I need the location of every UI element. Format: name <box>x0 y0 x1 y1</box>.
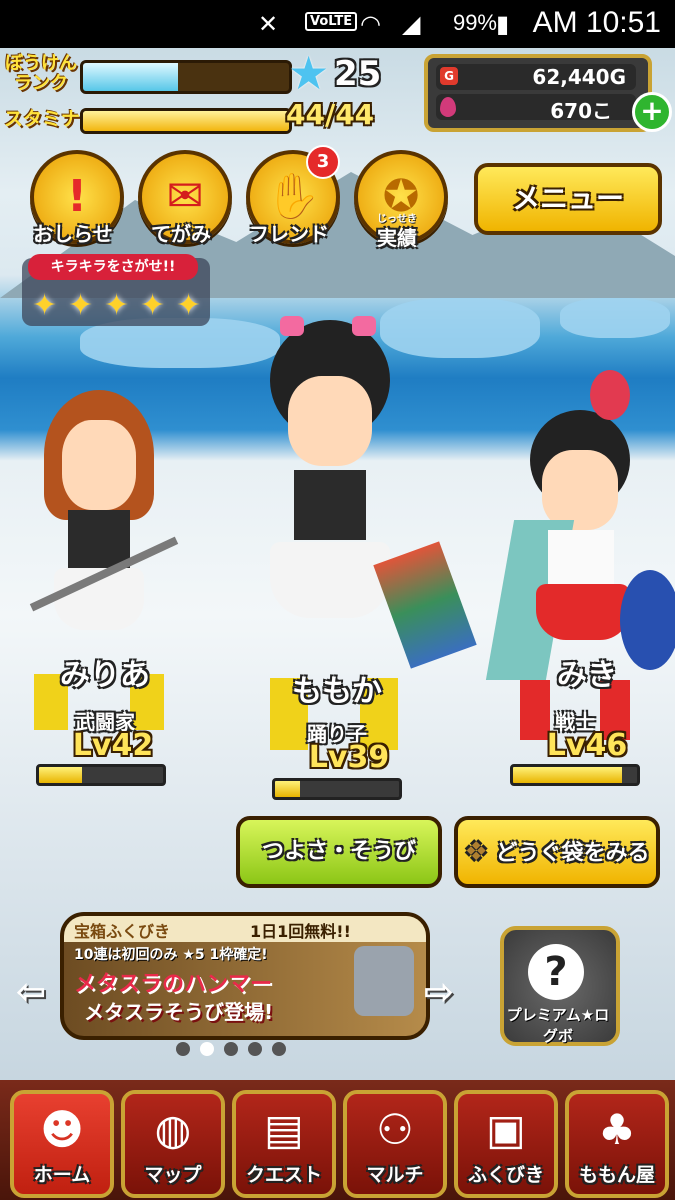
nav-label: ももん屋 <box>578 1164 655 1186</box>
rank-label: ぼうけんランク <box>5 53 77 94</box>
character-name: みりあ <box>60 658 150 693</box>
character-name: みき <box>557 658 617 693</box>
nav-label: ホーム <box>33 1164 91 1186</box>
status-bar: ✕ VoLTE ◠ ◢ 99% ▮ AM 10:51 <box>0 0 675 48</box>
friends-label: フレンド <box>249 222 329 246</box>
pagination-dot[interactable] <box>176 1042 190 1056</box>
character-xp-bar <box>510 764 640 786</box>
hair-ornament <box>590 370 630 420</box>
item-bag-button[interactable]: ❖ どうぐ袋をみる <box>454 816 660 888</box>
gacha-banner[interactable]: 宝箱ふくびき 1日1回無料!! 10連は初回のみ ★5 1枠確定! メタスラのハ… <box>60 912 430 1040</box>
stamina-label: スタミナ <box>4 108 81 130</box>
globe-icon: ◍ <box>154 1105 192 1154</box>
ice-floe <box>560 298 670 338</box>
top <box>548 530 614 586</box>
xp-fill <box>513 767 623 783</box>
hammer-icon <box>354 946 414 1016</box>
skirt <box>270 542 390 618</box>
volte-indicator: VoLTE <box>305 12 358 31</box>
nav-label: マップ <box>144 1164 202 1186</box>
menu-button[interactable]: メニュー <box>474 163 662 235</box>
wifi-icon: ◠ <box>360 10 381 38</box>
skirt <box>536 584 630 640</box>
gem-amount: 670こ <box>550 99 612 123</box>
banner-next-arrow[interactable]: ⇨ <box>424 972 454 1013</box>
stamina-bar <box>80 108 292 134</box>
multiplayer-icon: ⚇ <box>376 1105 414 1154</box>
treasure-chest-icon: ▣ <box>486 1105 526 1154</box>
gem-row: 670こ <box>436 94 636 123</box>
home-avatar-icon: ☻ <box>40 1105 84 1154</box>
nav-button-1[interactable]: ☻ ホーム <box>10 1090 114 1198</box>
hair-bow <box>280 316 304 336</box>
gold-amount: 62,440G <box>532 65 626 89</box>
nav-button-3[interactable]: ▤ クエスト <box>232 1090 336 1198</box>
character-level: Lv46 <box>546 728 628 763</box>
banner-prev-arrow[interactable]: ⇦ <box>16 972 46 1013</box>
banner-line1b: 1日1回無料!! <box>250 922 351 941</box>
xp-fill <box>39 767 83 783</box>
pagination-dot[interactable] <box>248 1042 262 1056</box>
gem-icon <box>440 97 456 117</box>
stamina-value: 44/44 <box>286 98 375 131</box>
hair-bow <box>352 316 376 336</box>
character-xp-bar <box>36 764 166 786</box>
sparkle-star-icon: ✦ <box>32 288 58 323</box>
pagination-dot[interactable] <box>224 1042 238 1056</box>
news-label: おしらせ <box>33 222 113 246</box>
banner-line4: メタスラそうび登場! <box>84 1000 274 1024</box>
strength-equipment-button[interactable]: つよさ・そうび <box>236 816 442 888</box>
add-gems-button[interactable]: + <box>632 92 672 132</box>
nav-button-6[interactable]: ♣ ももん屋 <box>565 1090 669 1198</box>
rank-progress-bar <box>80 60 292 94</box>
nav-label: マルチ <box>366 1164 424 1186</box>
clock: AM 10:51 <box>532 6 661 39</box>
character-xp-bar <box>272 778 402 800</box>
character-level: Lv42 <box>72 728 154 763</box>
face <box>542 450 618 530</box>
sparkle-star-icon: ✦ <box>104 288 130 323</box>
achievements-label: 実績 <box>377 226 417 250</box>
item-bag-label: どうぐ袋をみる <box>495 841 650 866</box>
mute-icon: ✕ <box>258 10 279 38</box>
signal-icon: ◢ <box>402 10 421 38</box>
sparkle-star-icon: ✦ <box>176 288 202 323</box>
rank-value: 25 <box>334 54 382 94</box>
premium-label: プレミアム★ログボ <box>506 1006 610 1045</box>
question-icon: ? <box>528 944 584 1000</box>
nav-button-4[interactable]: ⚇ マルチ <box>343 1090 447 1198</box>
nav-label: クエスト <box>245 1164 322 1186</box>
rank-progress-fill <box>83 63 178 91</box>
letters-label: てがみ <box>151 222 211 246</box>
battery-percent: 99% <box>452 10 497 35</box>
sparkle-star-icon: ✦ <box>68 288 94 323</box>
momon-shop-icon: ♣ <box>598 1105 636 1154</box>
vest <box>294 470 366 540</box>
event-title: キラキラをさがせ!! <box>28 254 198 280</box>
star-icon: ★ <box>288 46 330 100</box>
gold-icon: G <box>440 67 458 85</box>
character-level: Lv39 <box>308 740 390 775</box>
nav-button-5[interactable]: ▣ ふくびき <box>454 1090 558 1198</box>
nav-label: ふくびき <box>467 1164 544 1186</box>
premium-login-bonus-button[interactable]: ? プレミアム★ログボ <box>500 926 620 1046</box>
nav-button-2[interactable]: ◍ マップ <box>121 1090 225 1198</box>
banner-line3: メタスラのハンマー <box>74 972 273 997</box>
currency-panel: G 62,440G 670こ <box>424 54 652 132</box>
sparkle-star-icon: ✦ <box>140 288 166 323</box>
face <box>288 376 372 466</box>
battery-charging-icon: ▮ <box>496 10 510 38</box>
pagination-dot[interactable] <box>272 1042 286 1056</box>
banner-line1: 宝箱ふくびき <box>74 922 171 941</box>
stamina-fill <box>83 111 289 131</box>
bag-icon: ❖ <box>464 837 488 867</box>
friends-badge: 3 <box>306 145 340 179</box>
banner-line2: 10連は初回のみ ★5 1枠確定! <box>74 947 268 963</box>
xp-fill <box>275 781 300 797</box>
quest-book-icon: ▤ <box>264 1105 304 1154</box>
face <box>62 420 136 510</box>
character-name: ももか <box>292 674 382 709</box>
gold-row: G 62,440G <box>436 64 636 90</box>
pagination-dot[interactable] <box>200 1042 214 1056</box>
